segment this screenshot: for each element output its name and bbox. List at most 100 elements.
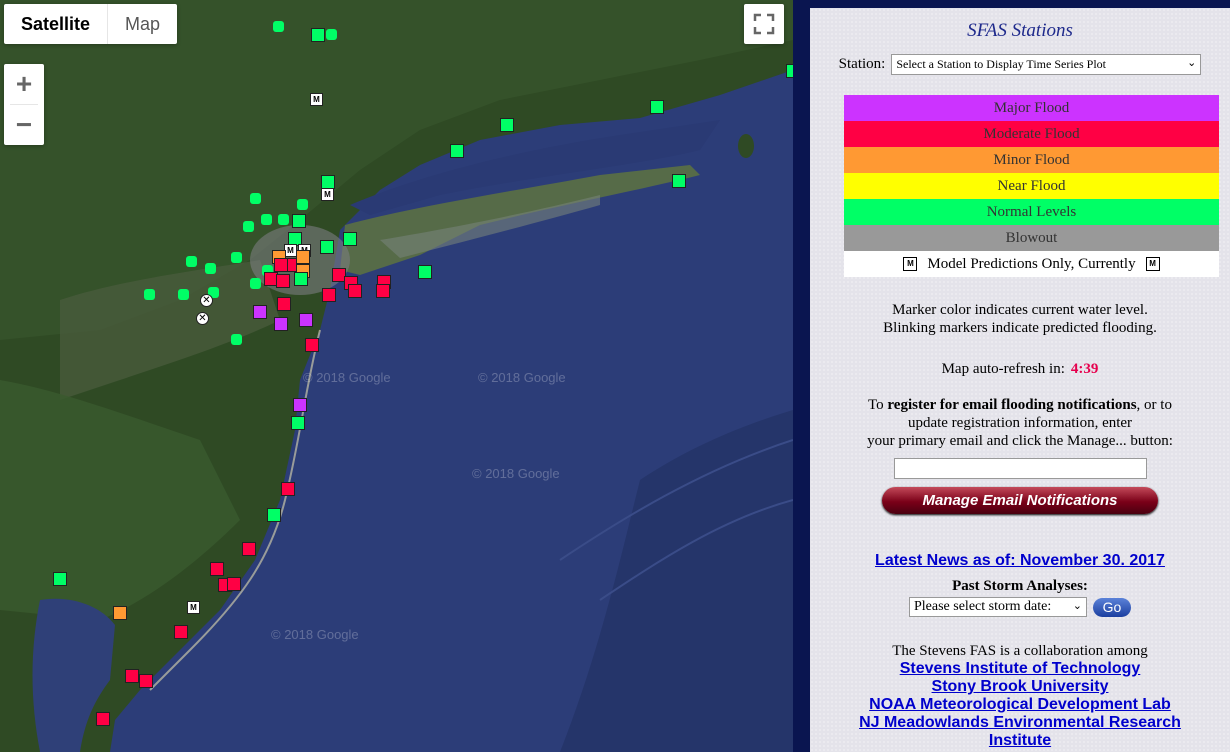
link-nj-meadowlands[interactable]: NJ Meadowlands Environmental Research [810,714,1230,732]
station-marker-normal[interactable] [144,289,155,300]
station-marker-normal[interactable] [500,118,514,132]
station-marker-normal[interactable] [53,572,67,586]
satellite-button[interactable]: Satellite [4,4,109,44]
station-marker-normal[interactable] [231,252,242,263]
station-marker-moderate[interactable] [139,674,153,688]
station-marker-moderate[interactable] [305,338,319,352]
register-line: update registration information, enter [907,415,1133,431]
station-marker-moderate[interactable] [96,712,110,726]
refresh-label: Map auto-refresh in: [941,361,1065,377]
station-marker-moderate[interactable] [210,562,224,576]
station-marker-moderate[interactable] [376,284,390,298]
station-marker-normal[interactable] [672,174,686,188]
station-marker-moderate[interactable] [281,482,295,496]
go-button[interactable]: Go [1093,597,1131,617]
blowout-station-marker[interactable]: ✕ [196,312,209,325]
zoom-out-button[interactable]: − [4,105,44,145]
station-marker-normal[interactable] [261,214,272,225]
station-marker-moderate[interactable] [348,284,362,298]
legend-major: Major Flood [844,95,1219,121]
station-marker-normal[interactable] [250,193,261,204]
station-marker-moderate[interactable] [242,542,256,556]
partner-links: Stevens Institute of Technology Stony Br… [810,660,1230,750]
fullscreen-button[interactable] [744,4,784,44]
station-marker-normal[interactable] [297,199,308,210]
station-marker-moderate[interactable] [277,297,291,311]
storm-select-value: Please select storm date: [914,599,1052,614]
auto-refresh: Map auto-refresh in: 4:39 [810,361,1230,378]
satellite-map[interactable]: © 2018 Google © 2018 Google © 2018 Googl… [0,0,793,752]
station-marker-moderate[interactable] [174,625,188,639]
station-marker-normal[interactable] [186,256,197,267]
station-marker-normal[interactable] [292,214,306,228]
station-marker-normal[interactable] [291,416,305,430]
station-marker-normal[interactable] [178,289,189,300]
storm-date-select[interactable]: Please select storm date: ⌄ [909,597,1087,617]
legend-moderate: Moderate Flood [844,121,1219,147]
station-marker-major[interactable] [253,305,267,319]
station-marker-normal[interactable] [326,29,337,40]
register-text: To register for email flooding notificat… [810,396,1230,450]
chevron-down-icon: ⌄ [1072,600,1082,612]
marker-info: Marker color indicates current water lev… [810,301,1230,337]
station-row: Station: Select a Station to Display Tim… [810,54,1230,75]
chevron-down-icon: ⌄ [1187,57,1197,69]
station-marker-minor[interactable] [296,250,310,264]
station-select[interactable]: Select a Station to Display Time Series … [891,54,1202,75]
station-marker-major[interactable] [299,313,313,327]
link-stevens[interactable]: Stevens Institute of Technology [810,660,1230,678]
station-marker-normal[interactable] [650,100,664,114]
legend-normal: Normal Levels [844,199,1219,225]
station-marker-normal[interactable] [278,214,289,225]
email-input[interactable] [893,458,1147,479]
station-marker-normal[interactable] [205,263,216,274]
station-marker-major[interactable] [293,398,307,412]
station-marker-minor[interactable] [113,606,127,620]
model-station-marker[interactable]: M [321,188,334,201]
refresh-countdown: 4:39 [1070,361,1099,377]
station-marker-normal[interactable] [294,272,308,286]
legend-model-label: Model Predictions Only, Currently [927,256,1136,272]
latest-news-link[interactable]: Latest News as of: November 30. 2017 [810,552,1230,570]
station-marker-moderate[interactable] [125,669,139,683]
zoom-control: + − [4,64,44,145]
register-line: To register for email flooding notificat… [868,397,1172,413]
station-marker-normal[interactable] [320,240,334,254]
station-marker-normal[interactable] [273,21,284,32]
link-stony-brook[interactable]: Stony Brook University [810,678,1230,696]
link-noaa-mdl[interactable]: NOAA Meteorological Development Lab [810,696,1230,714]
link-nj-meadowlands-institute[interactable]: Institute [810,732,1230,750]
station-marker-normal[interactable] [343,232,357,246]
station-marker-moderate[interactable] [274,258,288,272]
station-marker-normal[interactable] [450,144,464,158]
storm-row: Please select storm date: ⌄ Go [810,597,1230,617]
station-marker-normal[interactable] [231,334,242,345]
station-marker-normal[interactable] [243,221,254,232]
blowout-station-marker[interactable]: ✕ [200,294,213,307]
zoom-in-button[interactable]: + [4,64,44,104]
model-station-marker[interactable]: M [187,601,200,614]
panel-title: SFAS Stations [967,20,1073,41]
station-marker-normal[interactable] [786,64,793,78]
legend-blowout: Blowout [844,225,1219,251]
station-marker-moderate[interactable] [322,288,336,302]
legend-minor: Minor Flood [844,147,1219,173]
station-marker-normal[interactable] [250,278,261,289]
station-label: Station: [838,56,886,72]
legend-model: M Model Predictions Only, Currently M [844,251,1219,277]
station-select-value: Select a Station to Display Time Series … [896,57,1106,71]
map-button[interactable]: Map [108,4,177,44]
model-station-marker[interactable]: M [310,93,323,106]
flood-legend: Major Flood Moderate Flood Minor Flood N… [844,95,1219,277]
manage-email-button[interactable]: Manage Email Notifications [882,487,1158,514]
legend-near: Near Flood [844,173,1219,199]
station-marker-normal[interactable] [418,265,432,279]
station-marker-normal[interactable] [311,28,325,42]
station-marker-normal[interactable] [267,508,281,522]
map-type-control: Satellite Map [4,4,178,44]
station-marker-normal[interactable] [321,175,335,189]
station-marker-moderate[interactable] [227,577,241,591]
station-marker-moderate[interactable] [276,274,290,288]
info-line: Marker color indicates current water lev… [892,302,1148,318]
station-marker-major[interactable] [274,317,288,331]
